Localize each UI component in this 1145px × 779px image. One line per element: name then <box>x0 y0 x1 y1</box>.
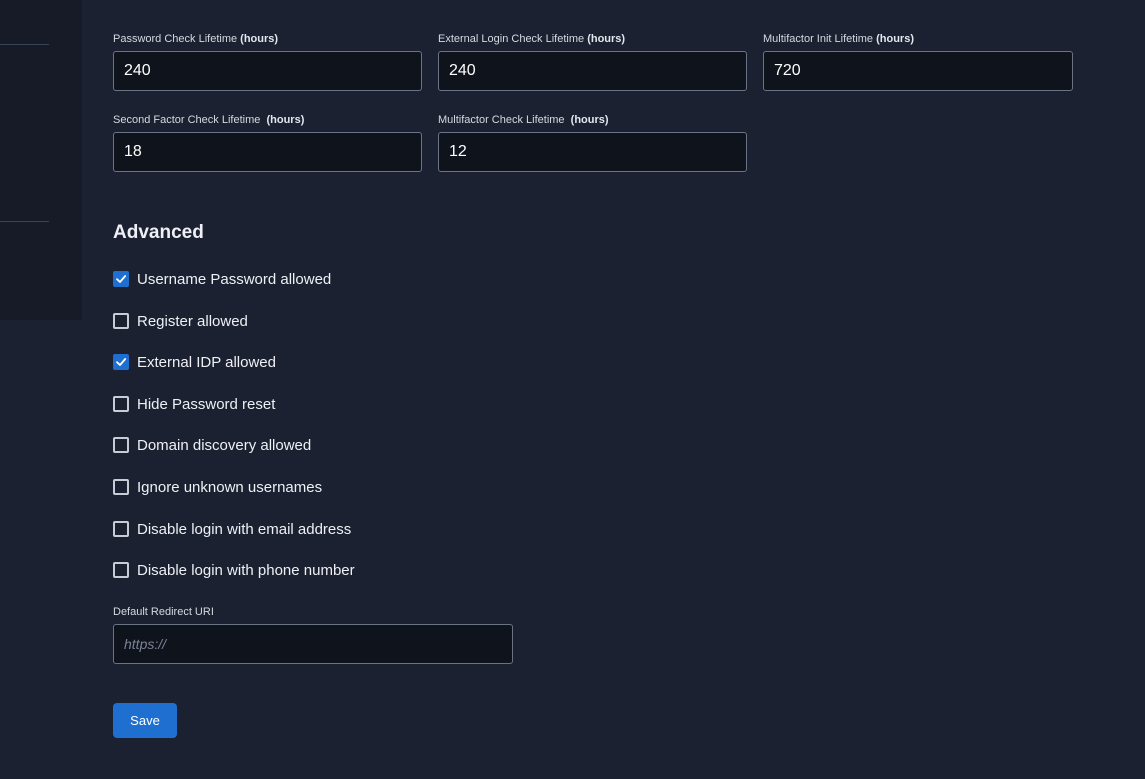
check-icon <box>116 275 127 283</box>
checkbox[interactable] <box>113 562 129 578</box>
checkbox[interactable] <box>113 521 129 537</box>
password-check-lifetime-input[interactable] <box>113 51 422 91</box>
default-redirect-uri-label: Default Redirect URI <box>113 606 214 618</box>
checkbox[interactable] <box>113 437 129 453</box>
external-login-check-lifetime-label: External Login Check Lifetime (hours) <box>438 33 626 45</box>
sidebar-divider <box>0 44 49 45</box>
disable-login-phone-option[interactable]: Disable login with phone number <box>113 560 355 580</box>
username-password-allowed-option[interactable]: Username Password allowed <box>113 269 331 289</box>
default-redirect-uri-input[interactable] <box>113 624 513 664</box>
register-allowed-option[interactable]: Register allowed <box>113 311 248 331</box>
checkbox[interactable] <box>113 354 129 370</box>
save-button[interactable]: Save <box>113 703 177 738</box>
sidebar <box>0 0 82 320</box>
second-factor-check-lifetime-input[interactable] <box>113 132 422 172</box>
ignore-unknown-usernames-option[interactable]: Ignore unknown usernames <box>113 477 322 497</box>
checkbox[interactable] <box>113 271 129 287</box>
check-icon <box>116 358 127 366</box>
option-label: Register allowed <box>137 312 248 330</box>
advanced-section-title: Advanced <box>113 222 204 243</box>
option-label: Username Password allowed <box>137 270 332 288</box>
option-label: Ignore unknown usernames <box>137 478 323 496</box>
hide-password-reset-option[interactable]: Hide Password reset <box>113 394 275 414</box>
option-label: Domain discovery allowed <box>137 436 312 454</box>
multifactor-check-lifetime-label: Multifactor Check Lifetime (hours) <box>438 114 609 126</box>
checkbox[interactable] <box>113 396 129 412</box>
option-label: Disable login with phone number <box>137 561 355 579</box>
checkbox[interactable] <box>113 313 129 329</box>
login-settings-page: Password Check Lifetime (hours) External… <box>0 0 1145 779</box>
external-login-check-lifetime-input[interactable] <box>438 51 747 91</box>
password-check-lifetime-label: Password Check Lifetime (hours) <box>113 33 279 45</box>
checkbox[interactable] <box>113 479 129 495</box>
sidebar-divider <box>0 221 49 222</box>
option-label: Disable login with email address <box>137 520 352 538</box>
multifactor-init-lifetime-input[interactable] <box>763 51 1073 91</box>
domain-discovery-allowed-option[interactable]: Domain discovery allowed <box>113 435 311 455</box>
multifactor-init-lifetime-label: Multifactor Init Lifetime (hours) <box>763 33 914 45</box>
multifactor-check-lifetime-input[interactable] <box>438 132 747 172</box>
external-idp-allowed-option[interactable]: External IDP allowed <box>113 352 276 372</box>
second-factor-check-lifetime-label: Second Factor Check Lifetime (hours) <box>113 114 305 126</box>
option-label: Hide Password reset <box>137 395 276 413</box>
option-label: External IDP allowed <box>137 353 276 371</box>
disable-login-email-option[interactable]: Disable login with email address <box>113 519 351 539</box>
